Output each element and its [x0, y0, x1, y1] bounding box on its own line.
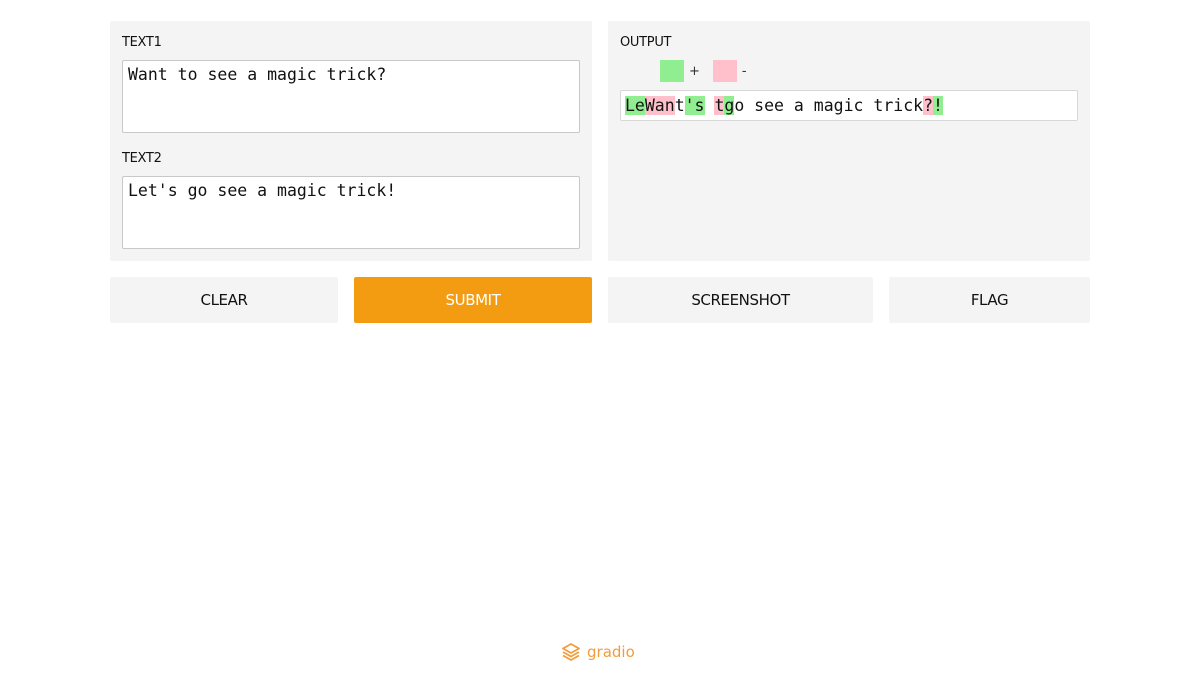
diff-segment-same: o see a magic trick — [734, 96, 924, 115]
submit-button[interactable]: SUBMIT — [354, 277, 592, 323]
output-panel: OUTPUT + - LeWant's tgo see a magic tric… — [608, 21, 1090, 261]
diff-segment-same: t — [674, 96, 685, 115]
diff-output: LeWant's tgo see a magic trick?! — [620, 90, 1078, 121]
diff-segment-removed: ? — [923, 96, 933, 115]
app-root: TEXT1 TEXT2 OUTPUT + - LeWant's tgo see … — [0, 0, 1200, 684]
flag-button[interactable]: FLAG — [889, 277, 1090, 323]
text2-input[interactable] — [122, 176, 580, 249]
diff-segment-removed: Wan — [644, 96, 675, 115]
diff-segment-added: Le — [625, 96, 645, 115]
diff-segment-same — [705, 96, 715, 115]
diff-segment-added: g — [724, 96, 735, 115]
footer-brand[interactable]: gradio — [561, 642, 635, 662]
footer-brand-text: gradio — [587, 643, 635, 661]
diff-segment-added: ! — [933, 96, 943, 115]
added-legend-symbol: + — [689, 63, 700, 79]
diff-segment-added: 's — [684, 96, 705, 115]
text1-label: TEXT1 — [122, 35, 162, 50]
input-panel: TEXT1 TEXT2 — [110, 21, 592, 261]
diff-segment-removed: t — [714, 96, 725, 115]
screenshot-button[interactable]: SCREENSHOT — [608, 277, 873, 323]
text2-label: TEXT2 — [122, 151, 162, 166]
clear-button[interactable]: CLEAR — [110, 277, 338, 323]
text1-input[interactable] — [122, 60, 580, 133]
removed-legend-symbol: - — [741, 63, 747, 79]
removed-swatch — [712, 60, 737, 82]
gradio-logo-icon — [562, 643, 580, 661]
added-swatch — [660, 60, 684, 82]
diff-legend: + - — [660, 60, 760, 82]
output-label: OUTPUT — [620, 35, 672, 50]
